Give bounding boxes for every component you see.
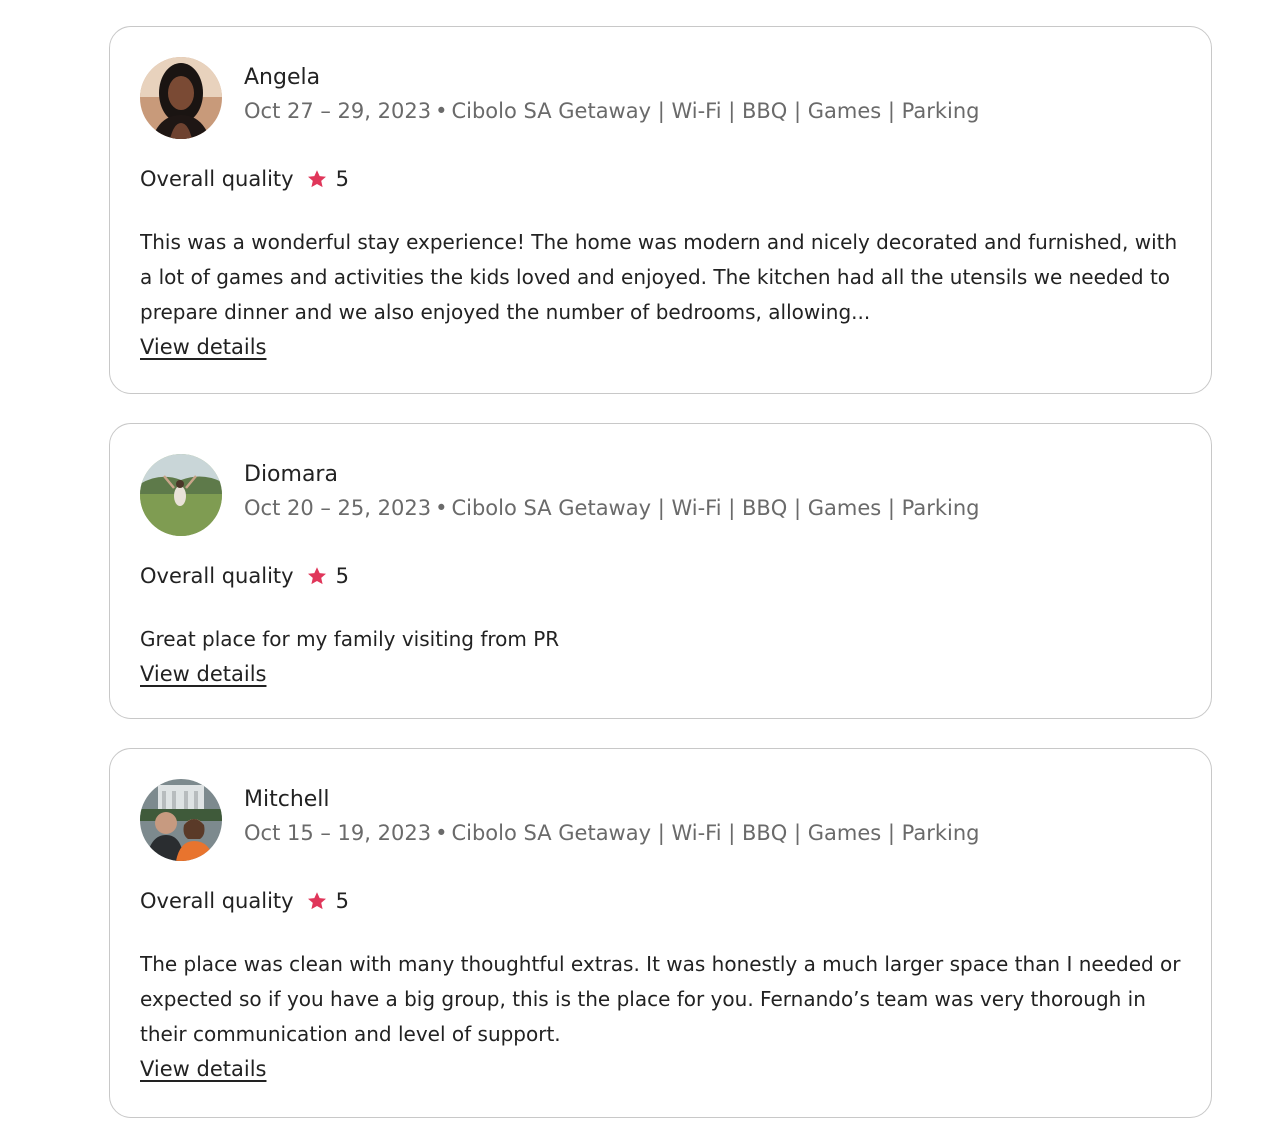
stay-dates: Oct 15 – 19, 2023 — [244, 821, 432, 845]
stay-dates: Oct 20 – 25, 2023 — [244, 496, 432, 520]
review-card: Diomara Oct 20 – 25, 2023 • Cibolo SA Geta… — [109, 423, 1212, 719]
avatar[interactable] — [140, 454, 222, 536]
quality-label: Overall quality — [140, 564, 294, 588]
reviewer-name: Mitchell — [244, 787, 330, 812]
person-portrait-icon — [140, 57, 222, 139]
overall-quality: Overall quality 5 — [140, 889, 349, 913]
rating-value: 5 — [335, 889, 349, 913]
avatar[interactable] — [140, 779, 222, 861]
review-body: The place was clean with many thoughtful… — [140, 947, 1190, 1087]
review-header: Diomara Oct 20 – 25, 2023 • Cibolo SA Geta… — [140, 454, 1191, 536]
review-card: Angela Oct 27 – 29, 2023 • Cibolo SA Getaw… — [109, 26, 1212, 394]
reviewer-name: Angela — [244, 65, 321, 90]
rating-value: 5 — [335, 167, 349, 191]
view-details-link[interactable]: View details — [140, 330, 266, 365]
listing-name: Cibolo SA Getaway | Wi-Fi | BBQ | Games … — [451, 821, 980, 845]
outdoor-photo-icon — [140, 454, 222, 536]
stay-info: Oct 27 – 29, 2023 • Cibolo SA Getaway | Wi… — [244, 99, 980, 123]
review-header: Mitchell Oct 15 – 19, 2023 • Cibolo SA Get… — [140, 779, 1191, 861]
separator-dot: • — [435, 496, 448, 520]
review-text: This was a wonderful stay experience! Th… — [140, 230, 1178, 324]
reviewer-name: Diomara — [244, 462, 338, 487]
separator-dot: • — [435, 99, 448, 123]
listing-name: Cibolo SA Getaway | Wi-Fi | BBQ | Games … — [451, 496, 980, 520]
listing-name: Cibolo SA Getaway | Wi-Fi | BBQ | Games … — [451, 99, 980, 123]
overall-quality: Overall quality 5 — [140, 167, 349, 191]
review-header: Angela Oct 27 – 29, 2023 • Cibolo SA Getaw… — [140, 57, 1191, 139]
review-body: Great place for my family visiting from … — [140, 622, 1190, 692]
review-text: Great place for my family visiting from … — [140, 627, 560, 651]
review-text: The place was clean with many thoughtful… — [140, 952, 1181, 1046]
separator-dot: • — [435, 821, 448, 845]
star-icon — [306, 565, 328, 587]
stay-info: Oct 15 – 19, 2023 • Cibolo SA Getaway | Wi… — [244, 821, 980, 845]
quality-label: Overall quality — [140, 167, 294, 191]
avatar[interactable] — [140, 57, 222, 139]
view-details-link[interactable]: View details — [140, 657, 266, 692]
star-icon — [306, 890, 328, 912]
review-card: Mitchell Oct 15 – 19, 2023 • Cibolo SA Get… — [109, 748, 1212, 1118]
stay-info: Oct 20 – 25, 2023 • Cibolo SA Getaway | Wi… — [244, 496, 980, 520]
couple-photo-icon — [140, 779, 222, 861]
overall-quality: Overall quality 5 — [140, 564, 349, 588]
review-body: This was a wonderful stay experience! Th… — [140, 225, 1190, 365]
rating-value: 5 — [335, 564, 349, 588]
stay-dates: Oct 27 – 29, 2023 — [244, 99, 432, 123]
quality-label: Overall quality — [140, 889, 294, 913]
star-icon — [306, 168, 328, 190]
view-details-link[interactable]: View details — [140, 1052, 266, 1087]
